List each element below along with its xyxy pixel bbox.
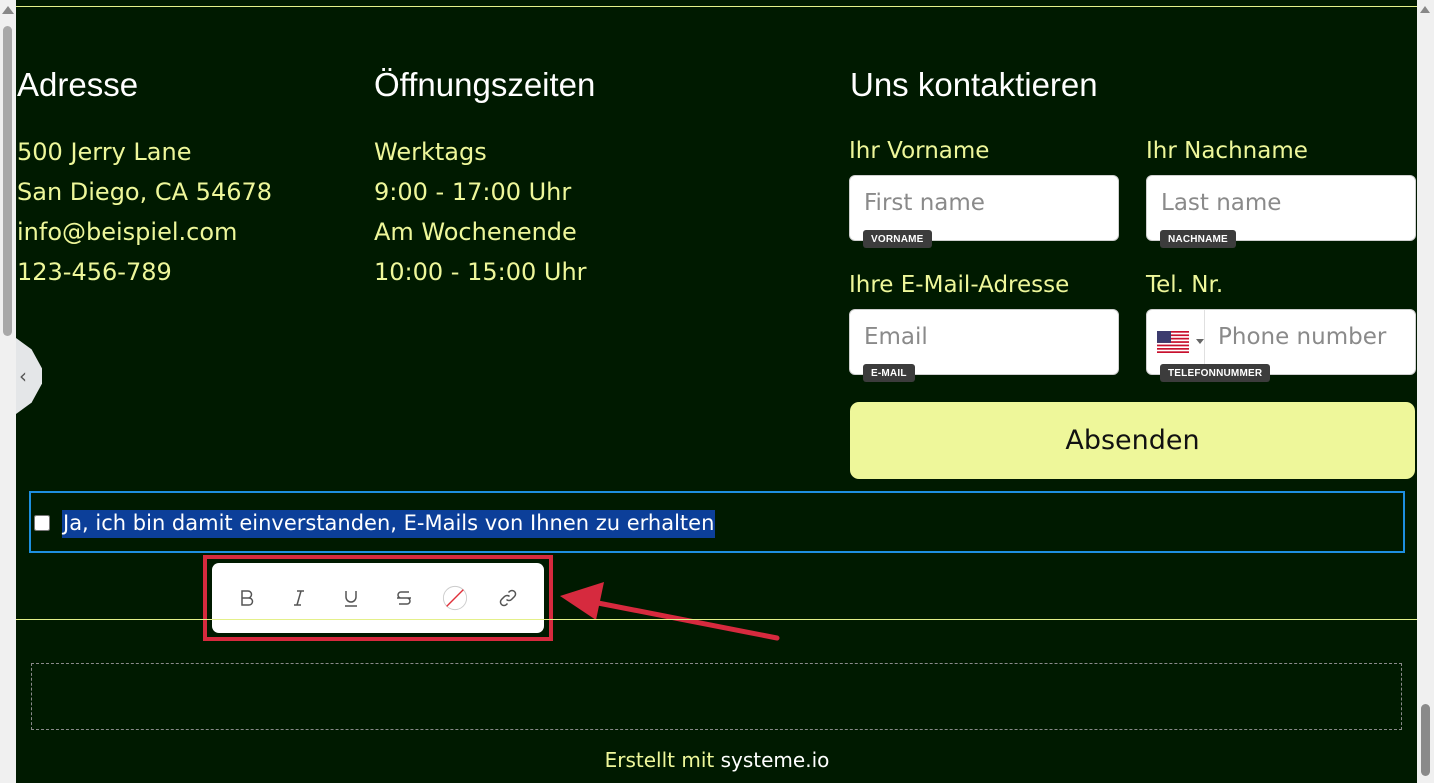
section-divider (16, 6, 1417, 7)
consent-text[interactable]: Ja, ich bin damit einverstanden, E-Mails… (62, 510, 716, 538)
side-panel-toggle[interactable]: ‹ (16, 338, 42, 414)
text-format-toolbar (212, 563, 544, 633)
link-icon[interactable] (495, 585, 521, 611)
last-name-tag: NACHNAME (1160, 230, 1236, 248)
hours-weekend-label: Am Wochenende (374, 218, 577, 246)
hours-weekend-time: 10:00 - 15:00 Uhr (374, 258, 587, 286)
email-input[interactable] (864, 324, 1104, 350)
underline-icon[interactable] (338, 585, 364, 611)
footer-credit: Erstellt mit systeme.io (0, 748, 1434, 772)
hours-heading: Öffnungszeiten (374, 66, 596, 103)
us-flag-icon[interactable] (1157, 331, 1189, 353)
left-scrollbar[interactable] (0, 0, 16, 783)
bold-icon[interactable] (234, 585, 260, 611)
left-scrollbar-thumb[interactable] (3, 26, 12, 336)
submit-button[interactable]: Absenden (850, 402, 1415, 479)
address-email: info@beispiel.com (17, 218, 238, 246)
scroll-up-arrow-icon[interactable] (2, 6, 14, 14)
last-name-label: Ihr Nachname (1146, 138, 1308, 164)
contact-heading: Uns kontaktieren (850, 66, 1098, 103)
address-phone: 123-456-789 (17, 258, 172, 286)
address-block: 500 Jerry Lane San Diego, CA 54678 info@… (17, 132, 272, 292)
text-color-icon[interactable] (442, 585, 468, 611)
strikethrough-icon[interactable] (391, 585, 417, 611)
footer-brand-link[interactable]: systeme.io (721, 748, 830, 772)
last-name-input[interactable] (1161, 190, 1401, 216)
first-name-tag: VORNAME (863, 230, 932, 248)
phone-input[interactable] (1218, 324, 1408, 350)
consent-checkbox[interactable] (34, 515, 50, 531)
caret-down-icon[interactable] (1196, 339, 1204, 344)
phone-tag: TELEFONNUMMER (1160, 364, 1271, 382)
empty-drop-zone[interactable] (31, 663, 1402, 730)
email-tag: E-MAIL (863, 364, 915, 382)
address-street: 500 Jerry Lane (17, 138, 192, 166)
phone-label: Tel. Nr. (1146, 272, 1224, 298)
chevron-left-icon: ‹ (19, 364, 27, 388)
hours-weekday-time: 9:00 - 17:00 Uhr (374, 178, 572, 206)
email-label: Ihre E-Mail-Adresse (849, 272, 1070, 298)
italic-icon[interactable] (286, 585, 312, 611)
right-scrollbar[interactable] (1417, 0, 1434, 783)
section-divider (16, 619, 1417, 620)
consent-row[interactable]: Ja, ich bin damit einverstanden, E-Mails… (29, 491, 1405, 553)
address-heading: Adresse (17, 66, 139, 103)
hours-block: Werktags 9:00 - 17:00 Uhr Am Wochenende … (374, 132, 587, 292)
footer-prefix: Erstellt mit (604, 748, 715, 772)
address-city: San Diego, CA 54678 (17, 178, 273, 206)
first-name-label: Ihr Vorname (849, 138, 990, 164)
hours-weekday-label: Werktags (374, 138, 487, 166)
first-name-input[interactable] (864, 190, 1104, 216)
scroll-up-arrow-icon[interactable] (1420, 6, 1430, 13)
